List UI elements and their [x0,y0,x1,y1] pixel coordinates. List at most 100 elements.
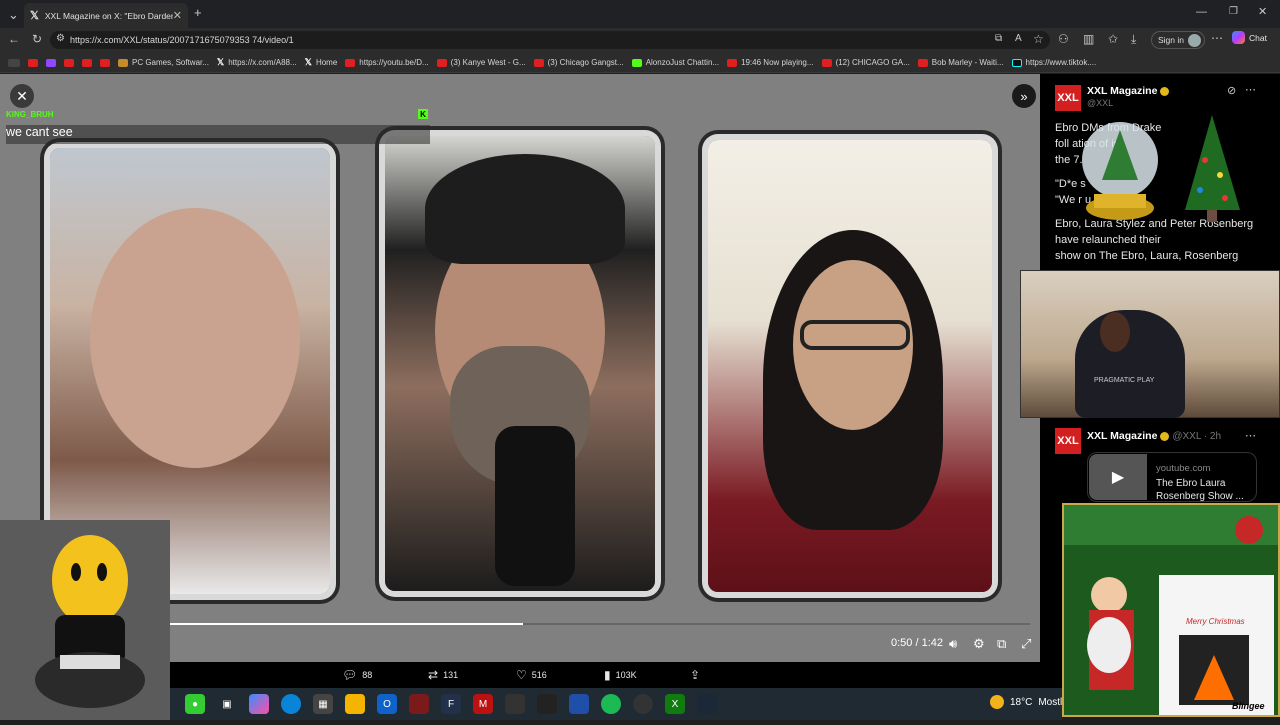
site-info-icon[interactable]: ⚙ [56,33,65,44]
share-icon: ⇪ [690,668,701,682]
verified-badge-icon [1160,431,1170,441]
bookmark-label: https://www.tiktok.... [1025,58,1097,67]
youtube-icon[interactable] [82,58,92,67]
bookmark-folder-icon[interactable] [8,58,20,67]
bookmark-label: PC Games, Softwar... [132,58,209,67]
file-explorer-icon[interactable] [345,694,365,714]
youtube-icon[interactable] [100,58,110,67]
vtuber-avatar-overlay [0,520,170,720]
app-icon[interactable]: F [441,694,461,714]
reload-icon[interactable]: ↻ [32,32,42,46]
picture-in-picture-icon[interactable]: ⧉ [997,636,1006,652]
grok-icon[interactable]: ⊘ [1227,84,1236,97]
maximize-icon[interactable]: ❐ [1229,6,1238,17]
taskbar: ● ▣ ▦ O F M X [170,688,1062,720]
heart-icon: ♡ [516,668,527,682]
downloads-icon[interactable]: ⤓ [1131,32,1136,47]
weather-widget[interactable]: 18°C Mostl [990,695,1062,709]
sign-in-button[interactable]: Sign in [1151,31,1205,49]
tab-active[interactable]: 𝕏 XXL Magazine on X: "Ebro Darden ✕ [24,3,188,28]
steam-icon[interactable] [697,694,717,714]
kick-icon [631,58,642,67]
account-name[interactable]: XXL Magazine [1087,85,1170,97]
bookmark-item[interactable]: 19:46 Now playing... [727,58,814,67]
youtube-icon[interactable] [28,58,38,67]
spotify-icon[interactable] [601,694,621,714]
repost-button[interactable]: ⇄ 131 [428,668,458,682]
fullscreen-icon[interactable]: ⤢ [1021,636,1031,652]
santa-fireplace-image [1064,505,1278,715]
bookmark-item[interactable]: (3) Kanye West - G... [436,58,526,67]
expand-sidebar-button[interactable]: » [1012,84,1036,108]
copilot-taskbar-icon[interactable] [249,694,269,714]
close-video-button[interactable]: ✕ [10,84,34,108]
play-icon[interactable]: ▶ [1089,454,1147,500]
bookmark-item[interactable]: (3) Chicago Gangst... [533,58,624,67]
bookmark-item[interactable]: https://www.tiktok.... [1011,58,1097,67]
bookmark-item[interactable]: 𝕏 Home [305,57,338,68]
xbox-icon[interactable]: X [665,694,685,714]
tweet2-author[interactable]: XXL Magazine @XXL · 2h [1087,430,1221,442]
streamer-face [1100,312,1130,352]
share-button[interactable]: ⇪ [690,668,700,682]
youtube-icon [533,58,544,67]
xxl-avatar[interactable]: XXL [1055,428,1081,454]
profile-avatar-icon [1188,33,1201,47]
blingee-watermark: Blingee [1232,701,1265,711]
bookmark-item[interactable]: https://youtu.be/D... [345,58,429,67]
extensions-icon[interactable]: ⚇ [1058,32,1069,46]
post-more-icon[interactable]: ⋯ [1245,429,1256,442]
bookmark-label: AlonzoJust Chattin... [645,58,720,67]
bookmark-item[interactable]: AlonzoJust Chattin... [631,58,720,67]
minimize-icon[interactable]: — [1196,6,1207,18]
app-icon[interactable] [537,694,557,714]
pc-icon [118,58,128,67]
address-bar[interactable]: https://x.com/XXL/status/200717167507935… [50,31,1050,49]
youtube-icon [917,58,928,67]
favorite-star-icon[interactable]: ☆ [1033,32,1044,46]
sun-icon [990,695,1004,709]
card-domain: youtube.com [1156,463,1211,474]
reply-button[interactable]: 💬︎ 88 [342,668,372,682]
task-view-icon[interactable]: ▣ [217,694,237,714]
back-arrow-icon[interactable]: ← [8,32,20,46]
bookmark-item[interactable]: PC Games, Softwar... [118,58,209,67]
cupcake-icon[interactable]: ● [185,694,205,714]
app-available-icon[interactable]: ⧉ [995,33,1002,44]
bookmark-item[interactable]: 𝕏https://x.com/A88... [217,57,297,68]
tab-list-chevron-icon[interactable]: ⌄ [8,7,19,23]
outlook-icon[interactable]: O [377,694,397,714]
mega-icon[interactable]: M [473,694,493,714]
settings-icon[interactable]: ⚙ [973,636,985,652]
new-tab-icon[interactable]: + [194,5,202,20]
store-icon[interactable]: ▦ [313,694,333,714]
kick-icon: K [418,109,428,119]
bookmark-item[interactable]: Bob Marley - Waiti... [917,58,1004,67]
card-title: The Ebro Laura Rosenberg Show ... [1156,478,1244,502]
window-close-icon[interactable]: ✕ [1258,5,1267,18]
app-icon[interactable] [505,694,525,714]
xxl-avatar[interactable]: XXL [1055,85,1081,111]
app-icon[interactable] [569,694,589,714]
like-button[interactable]: ♡ 516 [516,668,547,682]
game-icon[interactable] [409,694,429,714]
volume-icon[interactable]: 🔊︎ [949,636,957,652]
read-aloud-icon[interactable]: A [1015,33,1022,44]
video-panel-right [708,140,992,592]
reply-count: 88 [362,670,373,680]
post-more-icon[interactable]: ⋯ [1245,83,1256,96]
weather-text: Mostl [1038,696,1063,708]
reply-icon: 💬︎ [342,668,358,682]
favorites-icon[interactable]: ✩ [1108,32,1118,46]
twitch-icon[interactable] [46,58,56,67]
split-screen-icon[interactable]: ▥ [1083,32,1094,46]
tab-close-icon[interactable]: ✕ [173,9,182,22]
copilot-chat-button[interactable]: Chat [1232,31,1267,44]
more-menu-icon[interactable]: ⋯ [1211,31,1223,45]
bookmark-item[interactable]: (12) CHICAGO GA... [821,58,910,67]
youtube-icon[interactable] [64,58,74,67]
views-button[interactable]: ▮ 103K [604,668,637,682]
x-icon: 𝕏 [304,57,312,67]
edge-icon[interactable] [281,694,301,714]
obs-icon[interactable] [633,694,653,714]
